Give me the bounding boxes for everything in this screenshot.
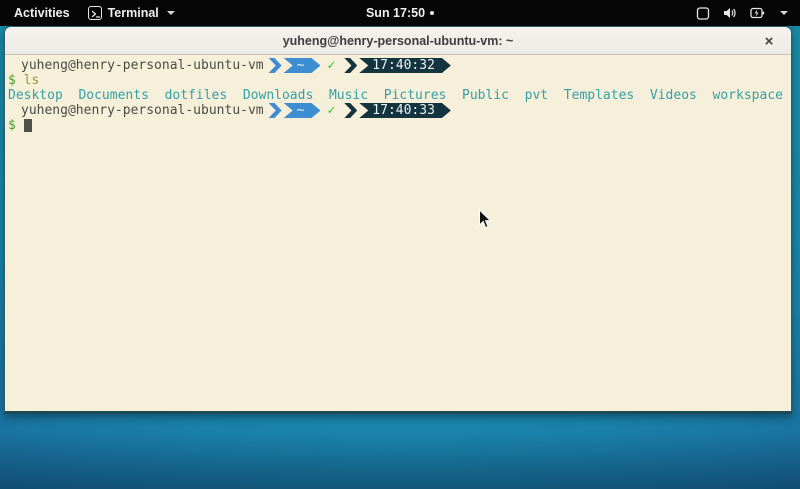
- directory-item: Pictures: [384, 88, 447, 103]
- directory-item: Templates: [564, 88, 634, 103]
- prompt-line-1: yuheng@henry-personal-ubuntu-vm ~ ✓ 17:4…: [8, 58, 791, 73]
- display-icon: [696, 7, 710, 20]
- window-title: yuheng@henry-personal-ubuntu-vm: ~: [283, 34, 514, 48]
- powerline-chevron-icon: [269, 103, 282, 118]
- clock-button[interactable]: Sun 17:50: [366, 6, 425, 20]
- chevron-down-icon: [780, 11, 788, 15]
- prompt-symbol: $: [8, 118, 16, 133]
- text-cursor: [24, 119, 32, 132]
- directory-item: Documents: [78, 88, 148, 103]
- directory-item: Desktop: [8, 88, 63, 103]
- app-menu-terminal[interactable]: Terminal: [88, 6, 175, 20]
- powerline-chevron-icon: [344, 58, 357, 73]
- terminal-window: yuheng@henry-personal-ubuntu-vm: ~ × yuh…: [4, 26, 792, 414]
- prompt-user: yuheng@henry-personal-ubuntu-vm: [8, 58, 264, 73]
- prompt-path-segment: ~: [284, 103, 321, 118]
- directory-item: Music: [329, 88, 368, 103]
- volume-icon: [723, 7, 737, 19]
- powerline-chevron-icon: [269, 58, 282, 73]
- success-check-icon: ✓: [327, 58, 335, 73]
- close-button[interactable]: ×: [757, 27, 781, 55]
- prompt-symbol: $: [8, 73, 16, 88]
- success-check-icon: ✓: [327, 103, 335, 118]
- directory-item: pvt: [525, 88, 548, 103]
- command-line: $ ls: [8, 73, 791, 88]
- powerline-chevron-icon: [344, 103, 357, 118]
- prompt-path-segment: ~: [284, 58, 321, 73]
- activities-button[interactable]: Activities: [10, 4, 74, 22]
- prompt-time-segment: 17:40:33: [359, 103, 451, 118]
- window-titlebar[interactable]: yuheng@henry-personal-ubuntu-vm: ~ ×: [5, 27, 791, 55]
- chevron-down-icon: [167, 11, 175, 15]
- app-menu-label: Terminal: [108, 6, 159, 20]
- battery-charging-icon: [750, 7, 765, 19]
- terminal-body[interactable]: yuheng@henry-personal-ubuntu-vm ~ ✓ 17:4…: [5, 55, 791, 411]
- directory-item: dotfiles: [165, 88, 228, 103]
- directory-item: Videos: [650, 88, 697, 103]
- input-line: $: [8, 118, 791, 133]
- directory-item: Downloads: [243, 88, 313, 103]
- typed-command: ls: [24, 73, 40, 88]
- terminal-icon: [88, 6, 102, 20]
- notification-dot-icon: [430, 11, 434, 15]
- prompt-user: yuheng@henry-personal-ubuntu-vm: [8, 103, 264, 118]
- top-bar: Activities Terminal Sun 17:50: [0, 0, 800, 26]
- ls-output-line: Desktop Documents dotfiles Downloads Mus…: [8, 88, 791, 103]
- prompt-time-segment: 17:40:32: [359, 58, 451, 73]
- prompt-line-2: yuheng@henry-personal-ubuntu-vm ~ ✓ 17:4…: [8, 103, 791, 118]
- directory-item: workspace: [713, 88, 783, 103]
- directory-item: Public: [462, 88, 509, 103]
- system-tray[interactable]: [696, 7, 800, 20]
